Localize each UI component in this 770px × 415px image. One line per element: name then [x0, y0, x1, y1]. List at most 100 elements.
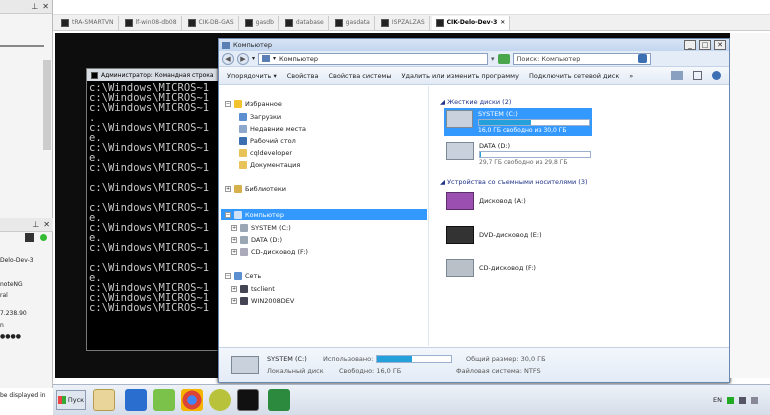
preview-pane-icon[interactable] [693, 71, 702, 80]
editor-taskbar-icon[interactable] [153, 389, 175, 411]
nav-system-c[interactable]: + SYSTEM (C:) [231, 222, 291, 233]
cmd-window[interactable]: Администратор: Командная строка c:\Windo… [86, 68, 221, 351]
remote-icon[interactable] [25, 233, 34, 242]
nav-win2008dev[interactable]: + WIN2008DEV [231, 295, 294, 306]
tab-connection[interactable]: database [281, 15, 329, 30]
expand-icon[interactable]: + [231, 297, 237, 304]
cmd-line: c:\Windows\MICROS~1 [89, 102, 210, 114]
tab-connection[interactable]: tRA-SMARTVN [57, 15, 119, 30]
drive-floppy-a[interactable]: Дисковод (A:) [446, 192, 526, 210]
search-input[interactable]: Поиск: Компьютер [512, 52, 651, 65]
nav-desktop[interactable]: Рабочий стол [239, 135, 296, 146]
organize-button[interactable]: Упорядочить ▾ [227, 72, 277, 80]
help-icon[interactable] [712, 71, 721, 80]
cmd-line: c:\Windows\MICROS~1 [89, 202, 210, 214]
nav-cqldeveloper[interactable]: cqldeveloper [239, 147, 292, 158]
expand-icon[interactable]: + [231, 248, 237, 255]
minimize-button[interactable]: _ [684, 40, 696, 50]
drive-system-c[interactable]: SYSTEM (C:) 16,0 ГБ свободно из 30,0 ГБ [444, 108, 592, 136]
back-icon[interactable]: ◀ [222, 52, 234, 65]
group-removable[interactable]: ◢ Устройства со съемными носителями (3) [440, 178, 588, 186]
more-button[interactable]: » [629, 72, 633, 80]
system-properties-button[interactable]: Свойства системы [328, 72, 391, 80]
maximize-button[interactable]: □ [699, 40, 711, 50]
rdp-icon [334, 18, 343, 27]
search-icon[interactable] [637, 54, 647, 63]
nav-libraries[interactable]: + Библиотеки [225, 183, 286, 194]
nav-downloads[interactable]: Загрузки [239, 111, 281, 122]
app-taskbar-icon[interactable] [209, 389, 231, 411]
flag-icon[interactable] [726, 396, 734, 404]
cmd-output[interactable]: c:\Windows\MICROS~1 c:\Windows\MICROS~1 c:… [87, 81, 220, 314]
status-filesystem: Файловая система: NTFS [456, 367, 541, 375]
tab-connection[interactable]: ISPZALZAS [377, 15, 430, 30]
cmd-icon [91, 71, 98, 79]
expand-icon[interactable]: + [225, 185, 231, 192]
nav-network[interactable]: − Сеть [225, 270, 261, 281]
pin-icon[interactable]: ⊥ [32, 220, 39, 229]
drive-data-d[interactable]: DATA (D:) 29,7 ГБ свободно из 29,8 ГБ [446, 142, 591, 166]
collapse-icon[interactable]: − [225, 211, 231, 218]
map-drive-button[interactable]: Подключить сетевой диск [529, 72, 619, 80]
nav-tsclient[interactable]: + tsclient [231, 283, 275, 294]
expand-icon[interactable]: + [231, 224, 237, 231]
refresh-icon[interactable] [497, 53, 510, 64]
tab-connection-active[interactable]: CIK-Delo-Dev-3 ✕ [431, 15, 511, 30]
host-right-area [730, 33, 770, 378]
expand-icon[interactable]: + [231, 285, 237, 292]
expand-icon[interactable]: + [231, 236, 237, 243]
close-icon[interactable]: ✕ [43, 220, 50, 229]
close-button[interactable]: ✕ [714, 40, 726, 50]
chrome-taskbar-icon[interactable] [181, 389, 203, 411]
nav-favorites[interactable]: − Избранное [225, 98, 282, 109]
cmd-title-bar[interactable]: Администратор: Командная строка [87, 69, 220, 81]
properties-button[interactable]: Свойства [287, 72, 319, 80]
panel-text: noteNG [0, 281, 23, 288]
chevron-down-icon[interactable]: ▾ [491, 55, 495, 63]
group-hard-drives[interactable]: ◢ Жесткие диски (2) [440, 98, 511, 106]
folder-icon [239, 160, 247, 169]
ie-taskbar-icon[interactable] [125, 389, 147, 411]
details-pane: SYSTEM (C:) Локальный диск Использовано:… [219, 347, 729, 382]
chevron-down-icon[interactable]: ▾ [252, 55, 255, 62]
tab-connection[interactable]: gasdata [331, 15, 375, 30]
volume-tray-icon[interactable] [750, 396, 758, 404]
cmd-taskbar-icon[interactable] [237, 389, 259, 411]
nav-documents[interactable]: Документация [239, 159, 300, 170]
status-usage-bar [376, 355, 452, 363]
drive-cd-f[interactable]: CD-дисковод (F:) [446, 259, 536, 277]
address-bar-row: ◀ ▶ ▾ ▾ Компьютер ▾ Поиск: Компьютер [219, 51, 729, 67]
tab-connection[interactable]: lf-win08-db08 [121, 15, 182, 30]
drive-dvd-e[interactable]: DVD-дисковод (E:) [446, 226, 542, 244]
close-icon[interactable]: ✕ [42, 2, 49, 11]
folder-icon [239, 148, 247, 157]
tab-connection[interactable]: CIK-DB-GAS [184, 15, 239, 30]
explorer-window[interactable]: Компьютер _ □ ✕ ◀ ▶ ▾ ▾ Компьютер ▾ Поис… [218, 38, 730, 383]
explorer-taskbar-icon[interactable] [93, 389, 115, 411]
command-bar: Упорядочить ▾ Свойства Свойства системы … [219, 67, 729, 85]
close-icon[interactable]: ✕ [500, 19, 505, 26]
pin-icon[interactable]: ⊥ [31, 2, 38, 11]
start-button[interactable]: Пуск [56, 390, 86, 410]
network-tray-icon[interactable] [738, 396, 746, 404]
tab-connection[interactable]: gasdb [241, 15, 279, 30]
language-indicator[interactable]: EN [713, 396, 722, 404]
view-icon[interactable] [671, 71, 683, 80]
explorer-title-bar[interactable]: Компьютер _ □ ✕ [219, 39, 729, 51]
panel-text: 7.238.90 [0, 310, 27, 317]
uninstall-button[interactable]: Удалить или изменить программу [401, 72, 518, 80]
nav-computer[interactable]: − Компьютер [221, 209, 427, 220]
address-input[interactable]: ▾ Компьютер [258, 52, 489, 65]
collapse-icon[interactable]: − [225, 100, 231, 107]
rdp-icon [187, 18, 196, 27]
cd-drive-icon [240, 247, 248, 256]
forward-icon[interactable]: ▶ [237, 52, 249, 65]
scrollbar[interactable] [43, 60, 51, 150]
network-taskbar-icon[interactable] [268, 389, 290, 411]
cmd-line: c:\Windows\MICROS~1 [89, 142, 210, 154]
collapse-icon[interactable]: − [225, 272, 231, 279]
nav-recent[interactable]: Недавние места [239, 123, 306, 134]
nav-data-d[interactable]: + DATA (D:) [231, 234, 282, 245]
system-tray: EN [713, 385, 758, 415]
nav-cd-f[interactable]: + CD-дисковод (F:) [231, 246, 308, 257]
